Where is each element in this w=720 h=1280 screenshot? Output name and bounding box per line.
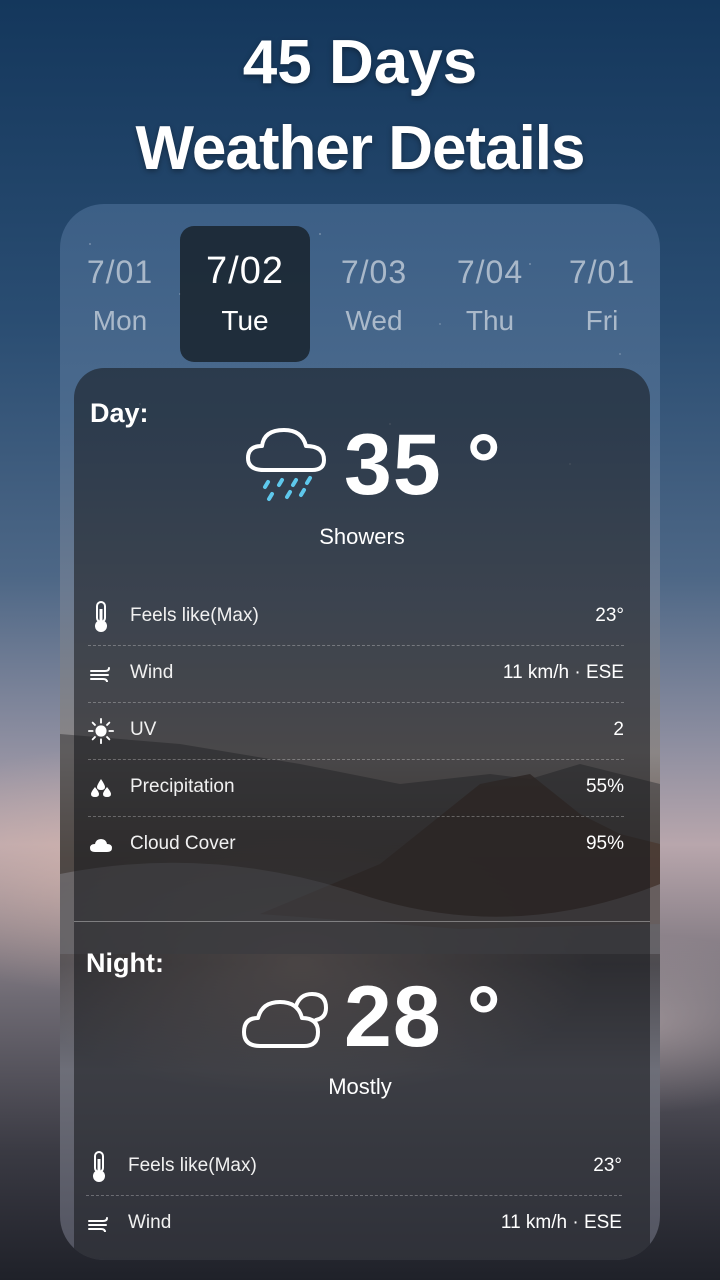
headline-line-1: 45 Days: [242, 28, 478, 97]
date-tab-date: 7/04: [456, 254, 524, 290]
detail-row-cloud-cover: Cloud Cover 95%: [88, 816, 624, 873]
day-temperature: 35 °: [344, 417, 502, 513]
detail-row-uv: UV 2: [88, 702, 624, 760]
detail-value: 2: [613, 719, 624, 740]
wind-icon: [88, 659, 114, 689]
date-tab-date: 7/02: [206, 250, 284, 292]
date-tab-weekday: Thu: [465, 305, 515, 336]
detail-row-precipitation: Precipitation 55%: [88, 759, 624, 817]
detail-label: Wind: [130, 662, 174, 683]
date-tab-date: 7/01: [86, 254, 154, 290]
date-tab-4[interactable]: 7/04 Thu: [425, 226, 555, 362]
date-tab-3[interactable]: 7/03 Wed: [309, 226, 439, 362]
date-tab-weekday: Fri: [585, 305, 619, 336]
detail-value: 95%: [585, 833, 624, 854]
clouds-icon: [242, 992, 328, 1048]
day-label: Day:: [90, 398, 149, 428]
detail-row-feels-like: Feels like(Max) 23°: [88, 588, 624, 646]
day-condition: Showers: [319, 524, 405, 549]
headline-line-2: Weather Details: [135, 114, 585, 183]
detail-label: Precipitation: [130, 776, 235, 797]
cloud-icon: [88, 830, 114, 860]
detail-value: 23°: [593, 1155, 622, 1176]
cloud-rain-icon: [246, 428, 326, 501]
thermometer-icon: [86, 1151, 112, 1182]
date-tab-1[interactable]: 7/01 Mon: [60, 226, 185, 362]
detail-value: 23°: [595, 605, 624, 626]
detail-value: 55%: [585, 776, 624, 797]
date-selector: 7/01 Mon 7/02 Tue 7/03 Wed 7/04 Thu 7/01…: [60, 226, 660, 362]
date-tab-date: 7/01: [568, 254, 636, 290]
headline: 45 Days Weather Details: [0, 20, 720, 192]
phone-screen: 7/01 Mon 7/02 Tue 7/03 Wed 7/04 Thu 7/01…: [60, 204, 660, 1260]
date-tab-weekday: Tue: [221, 305, 269, 336]
date-tab-weekday: Wed: [345, 305, 403, 336]
detail-row-wind: Wind 11 km/h · ESE: [86, 1195, 622, 1252]
detail-label: Cloud Cover: [130, 833, 236, 854]
detail-label: Feels like(Max): [128, 1155, 257, 1176]
detail-row-feels-like: Feels like(Max) 23°: [86, 1138, 622, 1196]
night-temperature: 28 °: [344, 969, 502, 1065]
sun-icon: [88, 716, 114, 746]
date-tab-date: 7/03: [340, 254, 408, 290]
detail-label: Wind: [128, 1212, 172, 1233]
detail-value: 11 km/h · ESE: [500, 1212, 622, 1233]
section-divider: [74, 921, 650, 922]
droplets-icon: [88, 773, 114, 803]
date-tab-5[interactable]: 7/01 Fri: [537, 226, 660, 362]
forecast-panel: Day: 35 ° Showers Feels like(Max) 23° Wi…: [74, 368, 650, 1260]
thermometer-icon: [88, 601, 114, 632]
night-label: Night:: [86, 948, 164, 978]
date-tab-2-selected[interactable]: 7/02 Tue: [180, 226, 310, 362]
detail-label: Feels like(Max): [130, 605, 259, 626]
detail-value: 11 km/h · ESE: [502, 662, 624, 683]
wind-icon: [86, 1209, 112, 1239]
date-tab-weekday: Mon: [92, 305, 148, 336]
detail-row-wind: Wind 11 km/h · ESE: [88, 645, 624, 703]
detail-label: UV: [130, 719, 157, 740]
night-condition: Mostly: [328, 1074, 392, 1099]
